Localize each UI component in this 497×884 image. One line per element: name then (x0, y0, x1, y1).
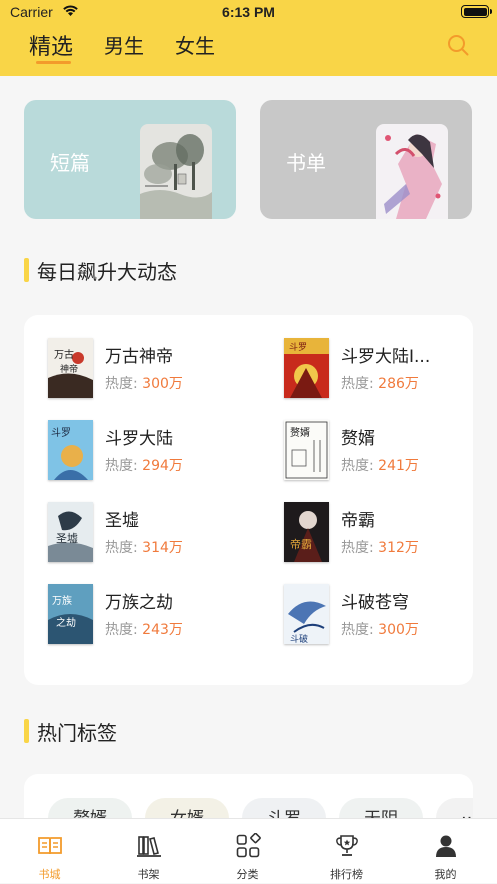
book-item[interactable]: 斗破 斗破苍穹 热度: 300万 (284, 584, 484, 644)
book-cover: 斗罗 (48, 420, 93, 480)
rising-section-title: 每日飙升大动态 (37, 259, 177, 284)
book-item[interactable]: 圣墟 圣墟 热度: 314万 (48, 502, 248, 562)
tab-label: 我的 (434, 868, 457, 881)
tab-label: 书城 (38, 868, 61, 881)
short-stories-card[interactable]: 短篇 (24, 100, 236, 219)
top-header: Carrier 6:13 PM 精选 男生 女生 (0, 0, 497, 76)
book-item[interactable]: 斗罗 斗罗大陆I... 热度: 286万 (284, 338, 484, 398)
book-open-icon (38, 837, 62, 855)
tab-featured[interactable]: 精选 (29, 29, 73, 61)
book-heat: 热度: 314万 (105, 540, 183, 556)
tab-categories[interactable]: 分类 (198, 819, 297, 884)
book-cover: 万族 之劫 (48, 584, 93, 644)
book-title: 赘婿 (341, 429, 375, 449)
tab-label: 书架 (137, 868, 160, 881)
book-title: 万古神帝 (105, 347, 173, 367)
book-item[interactable]: 斗罗 斗罗大陆 热度: 294万 (48, 420, 248, 480)
section-accent-bar (24, 258, 29, 282)
illustrated-girl-cover (376, 124, 448, 219)
book-item[interactable]: 万古 神帝 万古神帝 热度: 300万 (48, 338, 248, 398)
tags-section-title: 热门标签 (37, 720, 117, 745)
tab-label: 排行榜 (330, 868, 363, 881)
svg-text:万古: 万古 (54, 348, 74, 361)
status-bar: Carrier 6:13 PM (0, 0, 497, 24)
bookshelf-icon (137, 836, 161, 857)
book-heat: 热度: 300万 (341, 622, 419, 638)
category-grid-icon (236, 833, 261, 858)
battery-icon (461, 5, 492, 18)
section-accent-bar (24, 719, 29, 743)
book-heat: 热度: 294万 (105, 458, 183, 474)
tab-male[interactable]: 男生 (104, 30, 144, 59)
svg-text:斗罗: 斗罗 (289, 342, 307, 353)
landscape-painting-cover (140, 124, 212, 219)
book-item[interactable]: 帝霸 帝霸 热度: 312万 (284, 502, 484, 562)
book-title: 斗罗大陆I... (341, 347, 431, 367)
tab-mine[interactable]: 我的 (396, 819, 495, 884)
book-cover: 斗破 (284, 584, 329, 644)
user-icon (436, 835, 456, 857)
tags-section-header: 热门标签 (24, 719, 117, 745)
rising-books-panel: 万古 神帝 万古神帝 热度: 300万 斗罗 斗罗大陆I... 热度: 286万 (24, 315, 473, 685)
book-title: 万族之劫 (105, 593, 173, 613)
status-time: 6:13 PM (222, 4, 275, 20)
book-heat: 热度: 286万 (341, 376, 419, 392)
svg-text:之劫: 之劫 (56, 616, 76, 629)
book-cover: 赘婿 (284, 420, 329, 480)
svg-text:圣墟: 圣墟 (56, 532, 78, 545)
svg-text:赘婿: 赘婿 (290, 426, 310, 439)
short-stories-label: 短篇 (50, 151, 90, 175)
trophy-icon (336, 835, 358, 856)
tab-female[interactable]: 女生 (175, 30, 215, 59)
svg-text:斗破: 斗破 (290, 633, 308, 644)
book-title: 斗破苍穹 (341, 593, 409, 613)
book-heat: 热度: 241万 (341, 458, 419, 474)
book-heat: 热度: 300万 (105, 376, 183, 392)
book-title: 斗罗大陆 (105, 429, 173, 449)
tab-rankings[interactable]: 排行榜 (297, 819, 396, 884)
book-title: 圣墟 (105, 511, 139, 531)
booklist-card[interactable]: 书单 (260, 100, 472, 219)
tab-label: 分类 (236, 868, 259, 881)
svg-text:帝霸: 帝霸 (290, 537, 312, 551)
svg-text:万族: 万族 (52, 594, 72, 607)
booklist-label: 书单 (286, 151, 326, 175)
tab-bookstore[interactable]: 书城 (0, 819, 99, 884)
book-cover: 帝霸 (284, 502, 329, 562)
book-cover: 圣墟 (48, 502, 93, 562)
book-heat: 热度: 312万 (341, 540, 419, 556)
svg-text:神帝: 神帝 (60, 363, 78, 375)
book-item[interactable]: 万族 之劫 万族之劫 热度: 243万 (48, 584, 248, 644)
book-item[interactable]: 赘婿 赘婿 热度: 241万 (284, 420, 484, 480)
tab-bookshelf[interactable]: 书架 (99, 819, 198, 884)
bottom-tab-bar: 书城 书架 分类 排行榜 我的 (0, 818, 497, 883)
svg-text:斗罗: 斗罗 (51, 427, 71, 439)
book-cover: 斗罗 (284, 338, 329, 398)
book-title: 帝霸 (341, 511, 375, 531)
book-heat: 热度: 243万 (105, 622, 183, 638)
active-tab-indicator (36, 61, 71, 64)
search-icon[interactable] (446, 33, 470, 57)
rising-section-header: 每日飙升大动态 (24, 258, 177, 284)
book-cover: 万古 神帝 (48, 338, 93, 398)
